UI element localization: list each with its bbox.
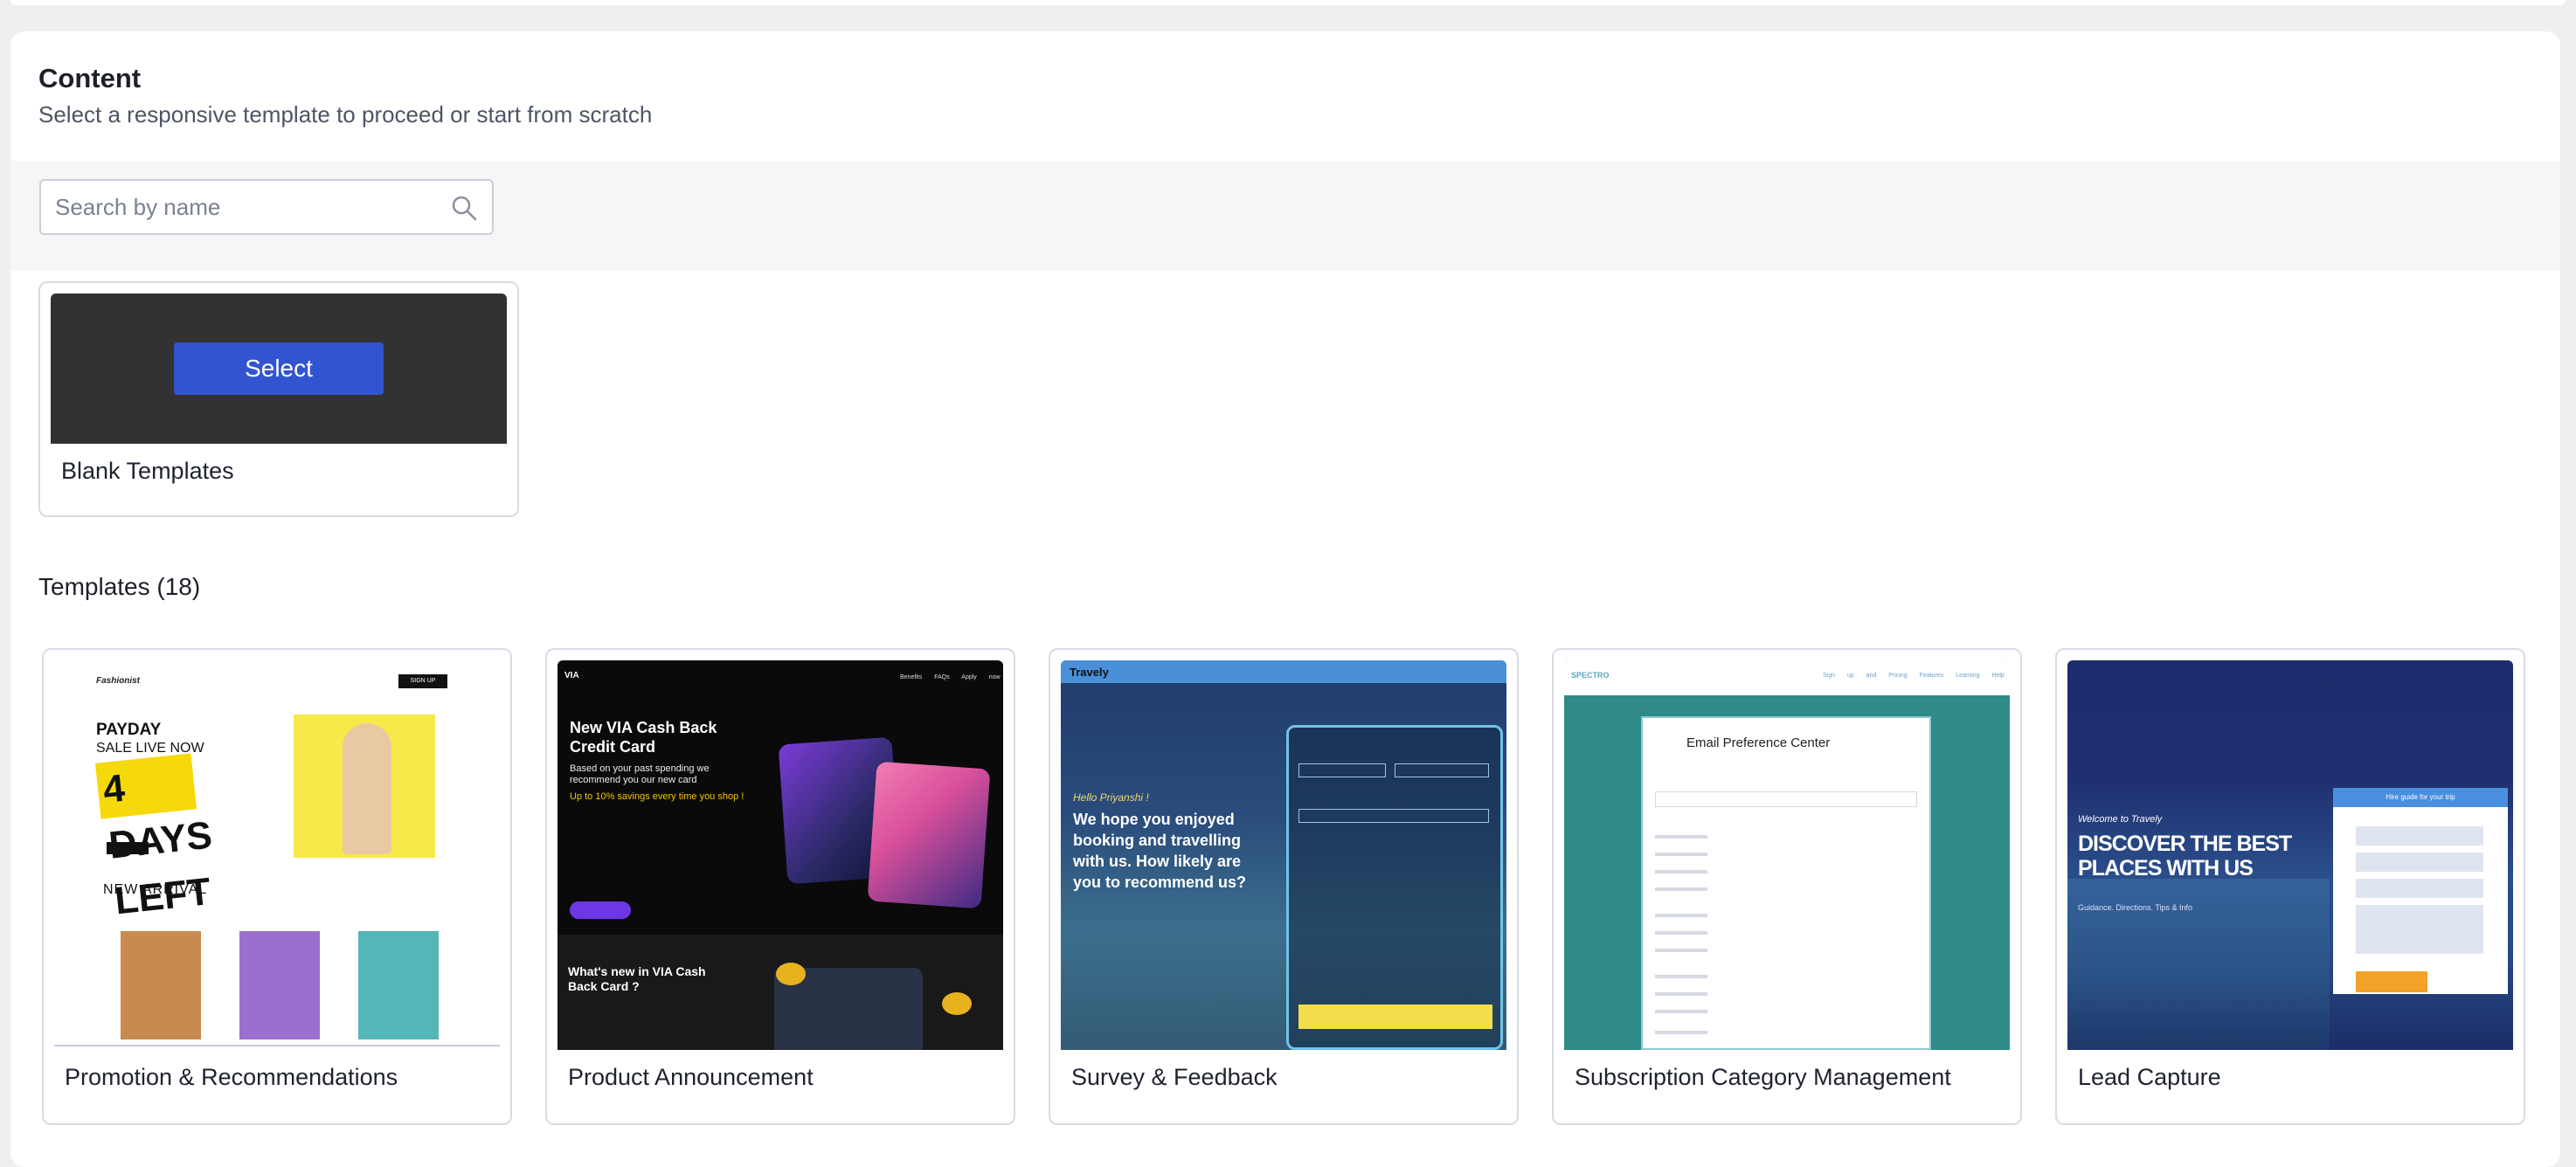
thumb-placeholder-line <box>1655 975 1707 978</box>
thumb-welcome: Welcome to Travely <box>2078 814 2163 825</box>
template-label: Lead Capture <box>2078 1064 2221 1090</box>
thumb-title: Email Preference Center <box>1686 735 1831 750</box>
thumb-nav: Sign up and Pricing Features Learning He… <box>1823 673 2005 679</box>
thumb-form-field <box>2356 879 2483 898</box>
thumb-form-field <box>1395 763 1489 777</box>
thumb-preference-panel <box>1641 716 1931 1050</box>
template-label: Promotion & Recommendations <box>65 1064 398 1090</box>
thumb-brand: Fashionist <box>96 676 141 686</box>
template-card-survey[interactable]: Travely Hello Priyanshi ! We hope you en… <box>1049 648 1519 1125</box>
thumb-form-field <box>2356 826 2483 846</box>
search-input[interactable] <box>55 181 440 233</box>
blank-template-thumbnail: Select <box>51 293 507 444</box>
thumb-header-bar <box>1061 660 1506 683</box>
thumb-brand: SPECTRO <box>1571 671 1610 680</box>
thumb-placeholder-line <box>1655 1010 1707 1013</box>
thumb-section-title: NEW ARRIVAL <box>103 882 208 897</box>
thumb-product-image <box>121 931 201 1039</box>
thumb-product-image <box>358 931 439 1039</box>
thumb-highlight: Up to 10% savings every time you shop ! <box>570 791 744 802</box>
thumb-placeholder-line <box>1655 1031 1707 1034</box>
thumb-form-field <box>1655 791 1917 807</box>
thumb-question: We hope you enjoyed booking and travelli… <box>1073 811 1247 891</box>
search-icon[interactable] <box>450 194 478 222</box>
template-thumbnail: Travely Hello Priyanshi ! We hope you en… <box>1061 660 1506 1050</box>
thumb-hero-person <box>343 723 391 854</box>
thumb-apply-button <box>570 901 631 919</box>
thumb-placeholder-line <box>1655 949 1707 952</box>
thumb-submit-button <box>1298 1005 1492 1029</box>
template-label: Survey & Feedback <box>1071 1064 1278 1090</box>
thumb-placeholder-line <box>1655 914 1707 917</box>
thumb-headline: PAYDAY <box>96 721 162 739</box>
template-label: Subscription Category Management <box>1575 1064 1951 1090</box>
thumb-divider <box>54 1045 500 1046</box>
blank-template-label: Blank Templates <box>61 458 234 484</box>
thumb-brand: Travely <box>1070 666 1109 679</box>
thumb-days-badge: 4 DAYS LEFT <box>94 753 214 922</box>
thumb-subtext: Guidance. Directions. Tips & Info <box>2078 903 2193 912</box>
thumb-placeholder-line <box>1655 870 1707 874</box>
thumb-section-title: What's new in VIA Cash Back Card ? <box>568 964 706 993</box>
template-card-product-announcement[interactable]: VIA Benefits FAQs Apply now New VIA Cash… <box>545 648 1015 1125</box>
template-card-lead-capture[interactable]: Welcome to Travely DISCOVER THE BEST PLA… <box>2055 648 2525 1125</box>
template-thumbnail: Fashionist SIGN UP PAYDAY SALE LIVE NOW … <box>54 660 500 1050</box>
thumb-coin-image <box>942 992 972 1015</box>
templates-heading: Templates (18) <box>38 573 201 600</box>
thumb-headline: DISCOVER THE BEST PLACES WITH US <box>2078 832 2292 880</box>
template-thumbnail: VIA Benefits FAQs Apply now New VIA Cash… <box>557 660 1003 1050</box>
template-thumbnail: SPECTRO Sign up and Pricing Features Lea… <box>1564 660 2010 1050</box>
template-card-subscription[interactable]: SPECTRO Sign up and Pricing Features Lea… <box>1552 648 2022 1125</box>
thumb-credit-card-image <box>867 761 991 909</box>
select-button[interactable]: Select <box>174 342 384 395</box>
thumb-product-image <box>239 931 320 1039</box>
thumb-placeholder-line <box>1655 992 1707 996</box>
thumb-nav: Benefits FAQs Apply now <box>900 674 1001 680</box>
template-thumbnail: Welcome to Travely DISCOVER THE BEST PLA… <box>2067 660 2513 1050</box>
template-card-promotion[interactable]: Fashionist SIGN UP PAYDAY SALE LIVE NOW … <box>42 648 512 1125</box>
thumb-placeholder-line <box>1655 931 1707 935</box>
thumb-headline: New VIA Cash Back Credit Card <box>570 719 717 756</box>
thumb-placeholder-line <box>1655 887 1707 891</box>
thumb-sign-button <box>107 842 149 854</box>
search-box[interactable] <box>39 179 494 235</box>
thumb-greeting: Hello Priyanshi ! <box>1073 791 1149 804</box>
thumb-body: Based on your past spending we recommend… <box>570 763 710 785</box>
content-subtitle: Select a responsive template to proceed … <box>38 101 653 128</box>
top-strip <box>10 0 2566 5</box>
thumb-form-field <box>2356 853 2483 872</box>
thumb-brand: VIA <box>564 671 579 680</box>
thumb-placeholder-line <box>1655 835 1707 839</box>
thumb-form-field <box>2356 905 2483 954</box>
thumb-placeholder-line <box>1655 853 1707 856</box>
blank-template-card[interactable]: Select Blank Templates <box>38 281 519 517</box>
thumb-coin-image <box>776 963 806 985</box>
thumb-form-field <box>1298 809 1489 823</box>
template-label: Product Announcement <box>568 1064 814 1090</box>
search-bar <box>10 161 2560 271</box>
thumb-nav-button: SIGN UP <box>398 674 447 688</box>
thumb-submit-button <box>2356 971 2427 992</box>
thumb-form-field <box>1298 763 1386 777</box>
content-panel: Content Select a responsive template to … <box>10 31 2560 1167</box>
content-title: Content <box>38 63 142 93</box>
thumb-form-title: Hire guide for your trip <box>2333 788 2508 807</box>
